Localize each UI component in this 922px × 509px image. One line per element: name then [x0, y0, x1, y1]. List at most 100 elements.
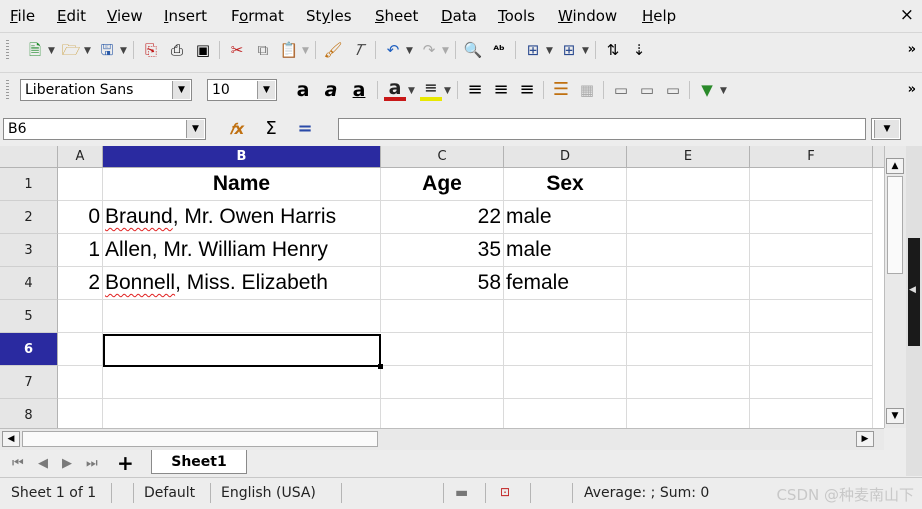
toolbar-grip[interactable]	[6, 80, 9, 100]
chevron-down-icon[interactable]: ▼	[442, 46, 449, 56]
cell-c1[interactable]: Age	[381, 168, 504, 201]
menu-window[interactable]: Window	[558, 7, 617, 25]
cell-a6[interactable]	[58, 333, 103, 366]
tab-sheet1[interactable]: Sheet1	[151, 450, 247, 474]
menu-tools[interactable]: Tools	[498, 7, 535, 25]
column-header-a[interactable]: A	[58, 146, 103, 168]
merge-cells-icon[interactable]: ▦	[576, 79, 598, 101]
chevron-down-icon[interactable]: ▼	[84, 46, 91, 56]
cell-a7[interactable]	[58, 366, 103, 399]
column-header-f[interactable]: F	[750, 146, 873, 168]
spreadsheet-grid[interactable]: A B C D E F 1 2 3 4 5 6 7 8 Name Age Sex…	[0, 146, 884, 428]
cell-e7[interactable]	[627, 366, 750, 399]
sidebar-toggle[interactable]: ◀	[908, 238, 920, 346]
align-top-icon[interactable]: ▭	[610, 79, 632, 101]
bold-icon[interactable]: a	[292, 79, 314, 101]
column-header-d[interactable]: D	[504, 146, 627, 168]
chevron-down-icon[interactable]: ▼	[48, 46, 55, 56]
fill-handle[interactable]	[378, 364, 383, 369]
cell-d5[interactable]	[504, 300, 627, 333]
menu-data[interactable]: Data	[441, 7, 477, 25]
name-box[interactable]: B6 ▼	[3, 118, 206, 140]
spelling-icon[interactable]: ᴬᵇ	[488, 39, 510, 61]
selection-mode-icon[interactable]: ▬	[455, 485, 468, 501]
cell-d6[interactable]	[504, 333, 627, 366]
menu-sheet[interactable]: Sheet	[375, 7, 418, 25]
row-icon[interactable]: ⊞	[522, 39, 544, 61]
scroll-down-icon[interactable]: ▼	[886, 408, 904, 424]
toolbar-grip[interactable]	[6, 40, 9, 60]
formula-input[interactable]	[338, 118, 866, 140]
cell-b3[interactable]: Allen, Mr. William Henry	[103, 234, 381, 267]
cell-f1[interactable]	[750, 168, 873, 201]
cell-e5[interactable]	[627, 300, 750, 333]
cell-d3[interactable]: male	[504, 234, 627, 267]
cell-f4[interactable]	[750, 267, 873, 300]
vertical-scrollbar[interactable]: ▲ ▼	[884, 146, 906, 428]
function-wizard-icon[interactable]: 𝑓x	[226, 118, 248, 140]
cell-c3[interactable]: 35	[381, 234, 504, 267]
column-header-g[interactable]	[873, 146, 884, 168]
undo-icon[interactable]: ↶	[382, 39, 404, 61]
cell-c8[interactable]	[381, 399, 504, 428]
align-right-icon[interactable]: ≡	[516, 79, 538, 101]
chevron-down-icon[interactable]: ▼	[172, 81, 190, 99]
menu-insert[interactable]: Insert	[164, 7, 207, 25]
cell-c2[interactable]: 22	[381, 201, 504, 234]
cell-a5[interactable]	[58, 300, 103, 333]
align-center-icon[interactable]: ≡	[490, 79, 512, 101]
cell-f5[interactable]	[750, 300, 873, 333]
scroll-up-icon[interactable]: ▲	[886, 158, 904, 174]
export-pdf-icon[interactable]: ⎘	[140, 39, 162, 61]
cell-a1[interactable]	[58, 168, 103, 201]
row-header-3[interactable]: 3	[0, 234, 58, 267]
cut-icon[interactable]: ✂	[226, 39, 248, 61]
italic-icon[interactable]: a	[320, 79, 342, 101]
sort-ascending-icon[interactable]: ⇣	[628, 39, 650, 61]
chevron-down-icon[interactable]: ▼	[720, 86, 727, 96]
cell-f2[interactable]	[750, 201, 873, 234]
chevron-down-icon[interactable]: ▼	[186, 120, 204, 138]
redo-icon[interactable]: ↷	[418, 39, 440, 61]
cell-e3[interactable]	[627, 234, 750, 267]
align-middle-icon[interactable]: ▭	[636, 79, 658, 101]
add-sheet-icon[interactable]: +	[117, 451, 134, 475]
new-document-icon[interactable]: 🗎	[24, 39, 46, 61]
cell-e4[interactable]	[627, 267, 750, 300]
first-sheet-icon[interactable]: ⏮	[12, 456, 24, 471]
row-header-8[interactable]: 8	[0, 399, 58, 428]
chevron-down-icon[interactable]: ▼	[302, 46, 309, 56]
underline-icon[interactable]: a	[348, 79, 370, 101]
cell-b1[interactable]: Name	[103, 168, 381, 201]
chevron-down-icon[interactable]: ▼	[582, 46, 589, 56]
toolbar-overflow-icon[interactable]: »	[908, 82, 916, 97]
row-header-7[interactable]: 7	[0, 366, 58, 399]
scroll-right-icon[interactable]: ▶	[856, 431, 874, 447]
chevron-down-icon[interactable]: ▼	[546, 46, 553, 56]
cell-d1[interactable]: Sex	[504, 168, 627, 201]
menu-help[interactable]: Help	[642, 7, 676, 25]
cell-e6[interactable]	[627, 333, 750, 366]
cell-a4[interactable]: 2	[58, 267, 103, 300]
cell-b4[interactable]: Bonnell, Miss. Elizabeth	[103, 267, 381, 300]
cell-e2[interactable]	[627, 201, 750, 234]
row-header-6[interactable]: 6	[0, 333, 58, 366]
cell-e1[interactable]	[627, 168, 750, 201]
column-icon[interactable]: ⊞	[558, 39, 580, 61]
paste-icon[interactable]: 📋	[278, 39, 300, 61]
cell-a8[interactable]	[58, 399, 103, 428]
row-header-2[interactable]: 2	[0, 201, 58, 234]
previous-sheet-icon[interactable]: ◀	[38, 456, 48, 471]
row-header-5[interactable]: 5	[0, 300, 58, 333]
chevron-down-icon[interactable]: ▼	[444, 86, 451, 96]
row-header-4[interactable]: 4	[0, 267, 58, 300]
cell-f3[interactable]	[750, 234, 873, 267]
clone-formatting-icon[interactable]: 🖌	[322, 39, 344, 61]
cell-c5[interactable]	[381, 300, 504, 333]
cell-e8[interactable]	[627, 399, 750, 428]
column-header-c[interactable]: C	[381, 146, 504, 168]
cell-a3[interactable]: 1	[58, 234, 103, 267]
sort-icon[interactable]: ⇅	[602, 39, 624, 61]
cell-b2[interactable]: Braund, Mr. Owen Harris	[103, 201, 381, 234]
toolbar-overflow-icon[interactable]: »	[908, 42, 916, 57]
